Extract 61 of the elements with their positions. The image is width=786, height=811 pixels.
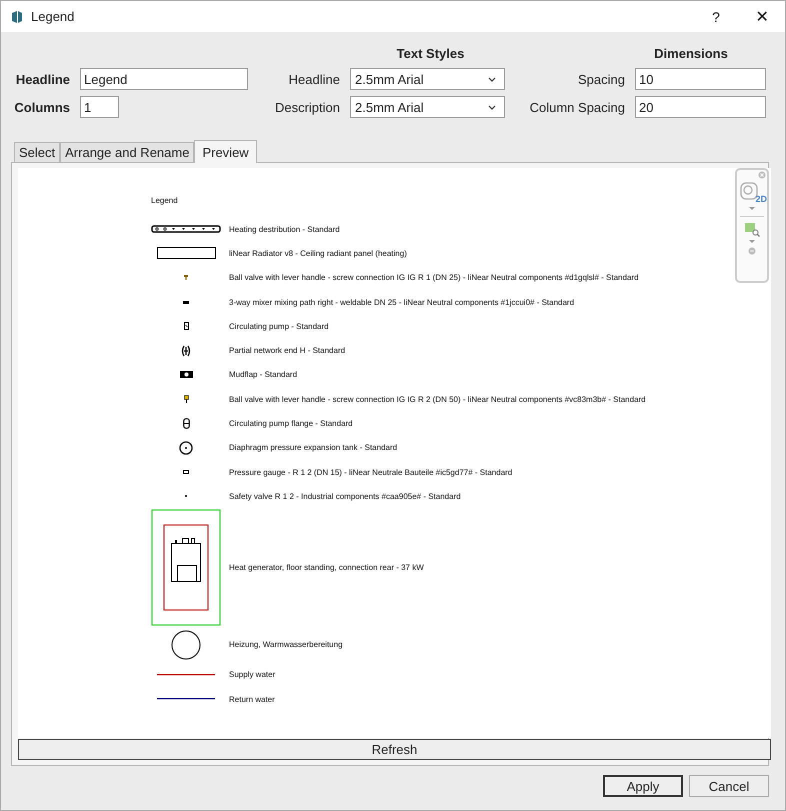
refresh-button[interactable]: Refresh bbox=[18, 739, 771, 760]
tab[interactable]: Arrange and Rename bbox=[60, 142, 194, 162]
valve-icon bbox=[184, 275, 188, 280]
tab[interactable]: Preview bbox=[194, 140, 257, 163]
legend-entry-text: Return water bbox=[229, 694, 275, 704]
app-logo-icon bbox=[11, 10, 23, 24]
style-dropdown[interactable]: 2.5mm Arial bbox=[350, 68, 505, 90]
circle-icon bbox=[171, 630, 201, 660]
legend-entry-text: liNear Radiator v8 - Ceiling radiant panel (heating) bbox=[229, 248, 407, 258]
legend-entry-text: Circulating pump - Standard bbox=[229, 322, 329, 331]
field-label: Description bbox=[274, 100, 340, 114]
style-dropdown[interactable]: 2.5mm Arial bbox=[350, 96, 505, 118]
expansion-tank-icon bbox=[179, 440, 193, 455]
pump-icon bbox=[184, 322, 188, 330]
gauge-icon bbox=[183, 470, 189, 474]
legend-entry-text: Circulating pump flange - Standard bbox=[229, 419, 353, 428]
help-button[interactable]: ? bbox=[693, 1, 739, 32]
caret-icon[interactable] bbox=[749, 207, 755, 211]
legend-entry-text: Mudflap - Standard bbox=[229, 370, 298, 380]
legend-entry-text: Safety valve R 1 2 - Industrial components #caa905e# - Standard bbox=[229, 492, 461, 501]
field-label: Columns bbox=[13, 100, 70, 114]
mudflap-icon bbox=[180, 371, 192, 378]
chevron-down-icon bbox=[488, 76, 496, 82]
legend-entry-text: Ball valve with lever handle - screw connection IG IG R 1 (DN 25) - liNear Neutral components #d1gqlsl# - Standard bbox=[229, 273, 639, 282]
chevron-down-icon bbox=[488, 104, 496, 110]
columns-field[interactable]: 1 bbox=[80, 96, 119, 118]
tab[interactable]: Select bbox=[14, 142, 60, 162]
close-button[interactable]: ✕ bbox=[739, 1, 785, 32]
field-label: Headline bbox=[288, 72, 340, 86]
radiator-panel-icon bbox=[156, 247, 216, 260]
minimize-icon[interactable] bbox=[748, 247, 756, 255]
legend-entry-text: 3-way mixer mixing path right - weldable DN 25 - liNear Neutral components #1jccui0# - Standard bbox=[229, 298, 574, 307]
section-heading: Dimensions bbox=[654, 46, 728, 61]
network-end-icon bbox=[181, 344, 191, 357]
dialog-button[interactable]: Cancel bbox=[689, 775, 769, 797]
pipe-run-icon bbox=[151, 225, 221, 234]
window-title: Legend bbox=[31, 9, 74, 24]
legend-entry-text: Ball valve with lever handle - screw connection IG IG R 2 (DN 50) - liNear Neutral components #vc83m3b# - Standard bbox=[229, 394, 646, 404]
legend-entry-text: Heating destribution - Standard bbox=[229, 224, 340, 234]
dialog-button[interactable]: Apply bbox=[603, 775, 683, 797]
legend-entry-text: Partial network end H - Standard bbox=[229, 346, 346, 356]
legend-title: Legend bbox=[151, 196, 178, 207]
legend-entry-text: Pressure gauge - R 1 2 (DN 15) - liNear Neutrale Bauteile #ic5gd77# - Standard bbox=[229, 468, 512, 477]
valve-icon bbox=[184, 395, 188, 404]
dimension-field[interactable]: 20 bbox=[635, 96, 766, 118]
caret-icon[interactable] bbox=[749, 240, 755, 244]
headline-field[interactable]: Legend bbox=[80, 68, 248, 90]
legend-entry-text: Diaphragm pressure expansion tank - Standard bbox=[229, 443, 398, 452]
field-label: Headline bbox=[14, 72, 70, 86]
zoom-window-icon[interactable] bbox=[744, 222, 760, 237]
field-label: Spacing bbox=[577, 72, 625, 86]
legend-entry-text: Supply water bbox=[229, 670, 276, 680]
field-label: Column Spacing bbox=[528, 100, 625, 114]
close-icon[interactable] bbox=[758, 171, 766, 179]
dimension-field[interactable]: 10 bbox=[635, 68, 766, 90]
legend-entry-text: Heat generator, floor standing, connection rear - 37 kW bbox=[229, 563, 424, 572]
pump-flange-icon bbox=[182, 418, 190, 430]
mixer-icon bbox=[183, 300, 189, 304]
view-mode-label: 2D bbox=[755, 194, 767, 204]
legend-entry-text: Heizung, Warmwasserbereitung bbox=[229, 640, 343, 650]
section-heading: Text Styles bbox=[396, 46, 464, 61]
